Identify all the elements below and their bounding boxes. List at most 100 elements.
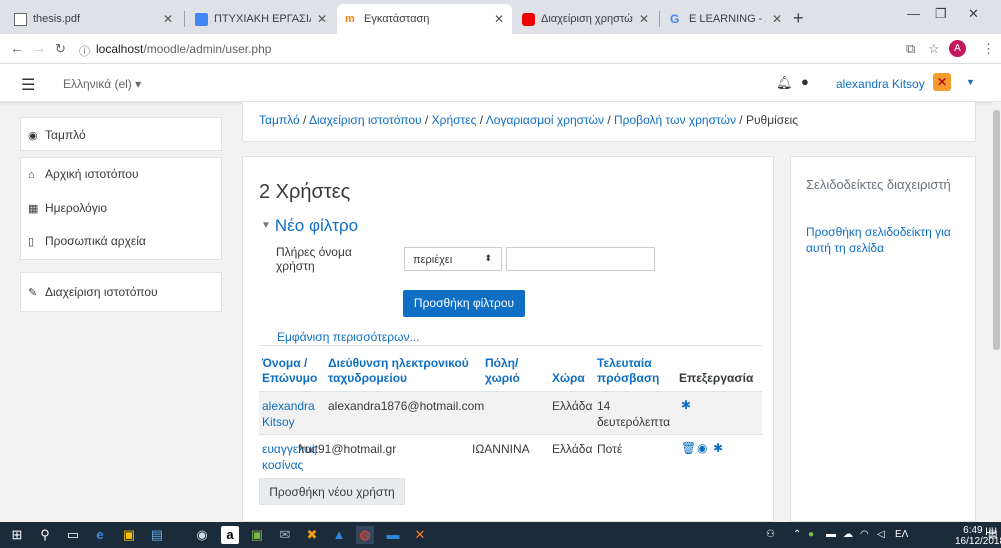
user-first-name[interactable]: alexandra	[262, 399, 315, 414]
trash-icon[interactable]: 🗑︎	[681, 441, 696, 455]
task-view-icon[interactable]: ▭	[64, 526, 82, 544]
search-icon[interactable]: ⚲	[36, 526, 54, 544]
chevron-down-icon[interactable]: ▼	[966, 77, 975, 87]
column-header-email[interactable]: Διεύθυνση ηλεκτρονικού ταχυδρομείου	[328, 356, 478, 386]
new-filter-toggle[interactable]: ▼ Νέο φίλτρο	[261, 216, 358, 236]
chrome-icon[interactable]: ◍	[356, 526, 374, 544]
info-icon[interactable]: ⓘ	[79, 43, 90, 59]
sidebar-item-site-home[interactable]: ⌂ Αρχική ιστοτόπου	[28, 167, 139, 181]
select-arrows-icon: ⬍	[484, 253, 492, 263]
back-arrow-icon[interactable]: ←	[10, 40, 24, 56]
amazon-icon[interactable]: a	[221, 526, 239, 544]
user-last-access: Ποτέ	[597, 442, 623, 456]
close-window-icon[interactable]: ✕	[968, 6, 979, 22]
user-avatar[interactable]: ✕	[933, 73, 951, 91]
column-header-edit: Επεξεργασία	[679, 371, 754, 385]
close-tab-icon[interactable]: ✕	[639, 12, 649, 26]
user-city: ΙΩΑΝΝΙΝΑ	[472, 442, 530, 456]
close-tab-icon[interactable]: ✕	[494, 12, 504, 26]
column-header-country[interactable]: Χώρα	[552, 371, 585, 386]
tool-icon[interactable]: ✖	[303, 526, 321, 544]
filter-value-input[interactable]	[506, 247, 655, 271]
windows-start-icon[interactable]: ⊞	[8, 526, 26, 544]
edge-icon[interactable]: e	[91, 526, 109, 544]
breadcrumb-browse-users[interactable]: Προβολή των χρηστών	[614, 113, 736, 127]
sidebar-item-private-files[interactable]: ▯ Προσωπικά αρχεία	[28, 234, 146, 248]
column-header-name[interactable]: Όνομα / Επώνυμο	[262, 356, 322, 386]
mail-icon[interactable]: ✉	[276, 526, 294, 544]
breadcrumb-current: Ρυθμίσεις	[745, 113, 799, 127]
close-tab-icon[interactable]: ✕	[772, 12, 782, 26]
app-icon[interactable]: ▣	[248, 526, 266, 544]
page-scrollbar[interactable]	[992, 102, 1001, 522]
page-title: 2 Χρήστες	[259, 181, 351, 203]
sidebar-item-site-admin[interactable]: ✎ Διαχείριση ιστοτόπου	[28, 285, 158, 299]
translate-icon[interactable]: ⧉	[906, 41, 915, 57]
explorer-icon[interactable]: ▬	[384, 526, 402, 544]
media-icon[interactable]: ◉	[193, 526, 211, 544]
scrollbar-thumb[interactable]	[993, 110, 1000, 350]
add-filter-button[interactable]: Προσθήκη φίλτρου	[403, 290, 525, 317]
table-top-divider	[259, 345, 762, 346]
breadcrumb-users[interactable]: Χρήστες	[432, 113, 477, 127]
language-indicator[interactable]: ΕΛ	[895, 529, 908, 540]
tab-google-search[interactable]: G E LEARNING - Αναζήτηση ✕	[662, 4, 790, 34]
bell-icon[interactable]: 🔔︎	[776, 75, 793, 91]
breadcrumb-accounts[interactable]: Λογαριασμοί χρηστών	[486, 113, 604, 127]
chevron-up-icon[interactable]: ⌃	[793, 529, 801, 540]
user-last-access: 14	[597, 399, 611, 413]
minimize-icon[interactable]: —	[907, 6, 920, 21]
show-more-link[interactable]: Εμφάνιση περισσότερων...	[277, 330, 419, 344]
tab-docs[interactable]: ΠΤΥΧΙΑΚΗ ΕΡΓΑΣΙΑ ΚΙΤΣΟΥ ✕	[187, 4, 335, 34]
breadcrumb-site-admin[interactable]: Διαχείριση ιστοτόπου	[309, 113, 422, 127]
moodle-icon: m	[345, 12, 355, 25]
close-tab-icon[interactable]: ✕	[163, 12, 173, 26]
volume-icon[interactable]: ◁	[877, 529, 885, 540]
column-header-last-access[interactable]: Τελευταία πρόσβαση	[597, 356, 662, 386]
reload-icon[interactable]: ↻	[55, 41, 66, 57]
add-user-button[interactable]: Προσθήκη νέου χρήστη	[259, 478, 405, 505]
notifications-icon[interactable]: ▤	[988, 529, 997, 540]
tab-youtube[interactable]: Διαχείριση χρηστών -ομά ✕	[514, 4, 657, 34]
breadcrumb-dashboard[interactable]: Ταμπλό	[259, 113, 300, 127]
star-icon[interactable]: ☆	[928, 41, 940, 57]
tray-app-icon[interactable]: ●	[808, 529, 814, 540]
tab-installation[interactable]: m Εγκατάσταση ✕	[337, 4, 512, 34]
url-host: localhost	[96, 42, 144, 56]
gear-icon[interactable]: ✱	[713, 441, 723, 455]
language-menu[interactable]: Ελληνικά (el) ▾	[63, 77, 141, 91]
tab-thesis-pdf[interactable]: thesis.pdf ✕	[6, 4, 181, 34]
chat-bubble-icon[interactable]: ●	[801, 74, 809, 89]
eye-icon[interactable]: ◉	[697, 441, 707, 455]
new-tab-button[interactable]: +	[793, 8, 804, 29]
calendar-icon: ▦	[28, 203, 39, 215]
user-email: fruit91@hotmail.gr	[298, 442, 397, 456]
filter-operator-select[interactable]: περιέχει ⬍	[404, 247, 502, 271]
close-tab-icon[interactable]: ✕	[317, 12, 327, 26]
cloud-icon[interactable]: ☁	[843, 529, 853, 540]
restore-icon[interactable]: ❐	[935, 6, 947, 22]
column-header-city[interactable]: Πόλη/ χωριό	[485, 356, 535, 386]
gear-icon[interactable]: ✱	[681, 398, 691, 412]
menu-dots-icon[interactable]: ⋮	[982, 41, 995, 57]
bookmarks-title: Σελιδοδείκτες διαχειριστή	[806, 177, 951, 192]
sidebar-item-calendar[interactable]: ▦ Ημερολόγιο	[28, 201, 107, 215]
xampp-icon[interactable]: ✕	[411, 526, 429, 544]
user-name[interactable]: alexandra Kitsoy	[836, 77, 925, 91]
hamburger-menu-icon[interactable]: ☰	[21, 75, 35, 95]
people-icon[interactable]: ⚇	[766, 529, 775, 540]
tab-label: Διαχείριση χρηστών -ομά	[541, 13, 633, 25]
forward-arrow-icon[interactable]: →	[32, 40, 46, 56]
filter-operator-value: περιέχει	[413, 254, 453, 266]
drive-icon[interactable]: ▲	[330, 526, 348, 544]
url-field[interactable]: localhost/moodle/admin/user.php	[96, 42, 271, 56]
add-bookmark-link[interactable]: Προσθήκη σελιδοδείκτη για αυτή τη σελίδα	[806, 224, 966, 256]
sidebar-item-dashboard[interactable]: ◉ Ταμπλό	[28, 128, 86, 142]
photos-icon[interactable]: ▤	[148, 526, 166, 544]
store-icon[interactable]: ▣	[120, 526, 138, 544]
user-last-name[interactable]: κοσίνας	[262, 458, 303, 473]
profile-avatar[interactable]: A	[949, 40, 966, 57]
user-last-name[interactable]: Kitsoy	[262, 415, 295, 430]
network-icon[interactable]: ▬	[826, 529, 836, 540]
wifi-icon[interactable]: ◠	[860, 529, 869, 540]
